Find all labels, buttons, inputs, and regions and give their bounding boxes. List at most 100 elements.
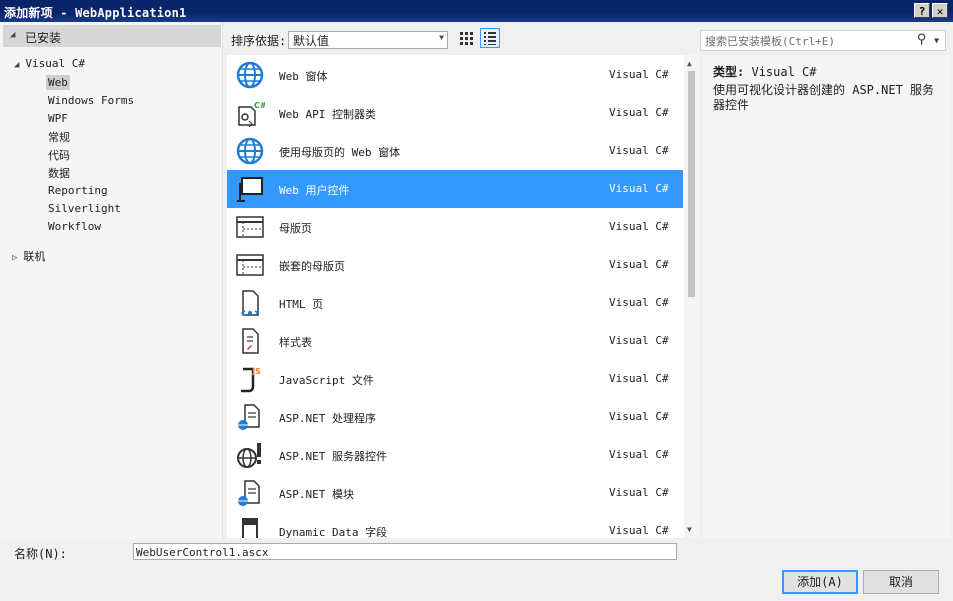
template-name: 母版页 (279, 222, 312, 235)
template-name: ASP.NET 模块 (279, 488, 354, 501)
web-api-controller-icon: C# (238, 101, 265, 127)
scroll-down-icon[interactable]: ▼ (687, 525, 692, 534)
template-description: 使用可视化设计器创建的 ASP.NET 服务器控件 (713, 83, 935, 112)
expand-arrow-icon: ◢ (10, 30, 16, 40)
tree-item-visual-csharp[interactable]: ◢ Visual C# (14, 57, 85, 70)
tree-item-wpf[interactable]: WPF (48, 112, 68, 125)
template-language: Visual C# (609, 448, 669, 461)
template-row[interactable]: 母版页 Visual C# (227, 208, 683, 246)
window-title: 添加新项 - WebApplication1 (4, 6, 187, 20)
tree-item-label: Visual C# (25, 57, 86, 70)
tree-item-workflow[interactable]: Workflow (48, 220, 101, 233)
sort-value: 默认值 (293, 34, 330, 48)
list-view-button[interactable] (480, 28, 500, 48)
cancel-button[interactable]: 取消 (863, 570, 939, 594)
close-button[interactable]: ✕ (932, 3, 948, 18)
tree-item-silverlight[interactable]: Silverlight (48, 202, 121, 215)
tree-item-general[interactable]: 常规 (48, 129, 70, 145)
template-language: Visual C# (609, 144, 669, 157)
template-row[interactable]: ASP.NET 处理程序 Visual C# (227, 398, 683, 436)
template-row-selected[interactable]: Web 用户控件 Visual C# (227, 170, 683, 208)
template-row[interactable]: Web 窗体 Visual C# (227, 56, 683, 94)
template-name: ASP.NET 服务器控件 (279, 450, 387, 463)
template-type: 类型: Visual C# (713, 63, 817, 80)
template-list-scrollbar[interactable]: ▲ ▼ (684, 55, 699, 538)
aspnet-module-icon (238, 480, 260, 506)
help-button[interactable]: ? (914, 3, 930, 18)
template-row[interactable]: 样式表 Visual C# (227, 322, 683, 360)
tree-item-web[interactable]: Web (46, 75, 70, 90)
add-button[interactable]: 添加(A) (782, 570, 858, 594)
template-row[interactable]: ASP.NET 模块 Visual C# (227, 474, 683, 512)
master-page-icon (236, 216, 264, 238)
template-language: Visual C# (609, 334, 669, 347)
globe-icon (236, 137, 264, 165)
template-name: 使用母版页的 Web 窗体 (279, 146, 401, 159)
template-name: Web 窗体 (279, 70, 328, 83)
template-language: Visual C# (609, 106, 669, 119)
template-name: 嵌套的母版页 (279, 260, 345, 273)
template-name: Web 用户控件 (279, 184, 350, 197)
template-row[interactable]: HTML 页 Visual C# (227, 284, 683, 322)
template-name: HTML 页 (279, 298, 324, 311)
tree-item-code[interactable]: 代码 (48, 147, 70, 163)
template-row[interactable]: 嵌套的母版页 Visual C# (227, 246, 683, 284)
template-language: Visual C# (609, 372, 669, 385)
installed-header[interactable]: ◢ 已安装 (3, 25, 221, 47)
grid-view-icon (460, 32, 473, 45)
chevron-down-icon: ▼ (439, 33, 444, 42)
template-language: Visual C# (609, 410, 669, 423)
tree-item-reporting[interactable]: Reporting (48, 184, 108, 197)
tree-item-windows-forms[interactable]: Windows Forms (48, 94, 134, 107)
template-language: Visual C# (609, 296, 669, 309)
template-row[interactable]: 使用母版页的 Web 窗体 Visual C# (227, 132, 683, 170)
template-language: Visual C# (609, 182, 669, 195)
template-row[interactable]: Dynamic Data 字段 Visual C# (227, 512, 683, 538)
dynamic-data-field-icon (242, 518, 258, 538)
javascript-file-icon: JS (241, 367, 261, 393)
template-language: Visual C# (609, 524, 669, 537)
installed-header-label: 已安装 (25, 31, 62, 45)
template-name: JavaScript 文件 (279, 374, 374, 387)
type-label: 类型: (713, 65, 745, 79)
sort-dropdown[interactable]: 默认值 ▼ (288, 31, 448, 49)
template-name: Dynamic Data 字段 (279, 526, 388, 538)
search-placeholder: 搜索已安装模板(Ctrl+E) (705, 35, 835, 48)
search-icon: ⚲ ▼ (916, 32, 939, 47)
template-name: Web API 控制器类 (279, 108, 376, 121)
svg-text:JS: JS (251, 367, 261, 376)
aspnet-server-control-icon (237, 443, 261, 468)
master-page-icon (236, 254, 264, 276)
name-label: 名称(N): (14, 547, 67, 561)
tree-item-label: 联机 (23, 250, 46, 263)
list-view-icon (484, 32, 496, 45)
template-search-input[interactable]: 搜索已安装模板(Ctrl+E) ⚲ ▼ (700, 30, 946, 51)
globe-icon (236, 61, 264, 89)
user-control-icon (237, 177, 263, 202)
expanded-arrow-icon: ◢ (14, 60, 20, 70)
type-value: Visual C# (751, 65, 817, 79)
scroll-up-icon[interactable]: ▲ (687, 59, 692, 68)
title-bar: 添加新项 - WebApplication1 ? ✕ (0, 0, 953, 22)
tree-item-online[interactable]: ▷ 联机 (12, 248, 45, 264)
sort-label: 排序依据: (231, 34, 287, 48)
template-language: Visual C# (609, 68, 669, 81)
tree-item-data[interactable]: 数据 (48, 165, 70, 181)
template-name: ASP.NET 处理程序 (279, 412, 376, 425)
name-input[interactable]: WebUserControl1.ascx (133, 543, 677, 560)
svg-text:C#: C# (254, 101, 265, 110)
grid-view-button[interactable] (456, 28, 476, 48)
template-info-pane: 类型: Visual C# 使用可视化设计器创建的 ASP.NET 服务器控件 (703, 55, 950, 538)
scrollbar-thumb[interactable] (688, 71, 695, 297)
template-row[interactable]: ASP.NET 服务器控件 Visual C# (227, 436, 683, 474)
aspnet-handler-icon (238, 404, 260, 430)
html-page-icon (240, 290, 260, 316)
category-tree-pane: ◢ 已安装 ◢ Visual C# Web Windows Forms WPF 常… (0, 22, 223, 540)
template-language: Visual C# (609, 220, 669, 233)
template-name: 样式表 (279, 336, 312, 349)
collapsed-arrow-icon: ▷ (12, 253, 18, 263)
template-row[interactable]: JS JavaScript 文件 Visual C# (227, 360, 683, 398)
template-row[interactable]: C# Web API 控制器类 Visual C# (227, 94, 683, 132)
stylesheet-icon (242, 328, 259, 354)
template-language: Visual C# (609, 258, 669, 271)
